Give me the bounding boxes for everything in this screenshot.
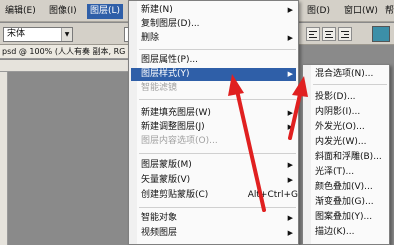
menu-item-delete[interactable]: 删除 ▶ (139, 32, 296, 45)
menu-item-new-fill-layer[interactable]: 新建填充图层(W) ▶ (139, 107, 296, 120)
menu-item-drop-shadow[interactable]: 投影(D)... (313, 91, 387, 104)
text-color-swatch[interactable] (372, 26, 390, 42)
menu-item-smart-object[interactable]: 智能对象 ▶ (139, 212, 296, 225)
menu-item-gradient-overlay[interactable]: 渐变叠加(G)... (313, 196, 387, 209)
menu-item-create-clipping-mask[interactable]: 创建剪贴蒙版(C) Alt+Ctrl+G (139, 189, 298, 202)
document-tab[interactable]: psd @ 100% (人人有奏 副本, RG (0, 45, 135, 59)
layer-style-submenu: 混合选项(N)... 投影(D)... 内阴影(I)... 外发光(O)... … (302, 64, 390, 245)
menu-item-label: 智能滤镜 (141, 83, 178, 93)
menu-item-new[interactable]: 新建(N) ▶ (139, 4, 296, 17)
font-family-select[interactable]: 宋体 ▼ (3, 27, 73, 42)
menu-item-stroke[interactable]: 描边(K)... (313, 226, 387, 239)
align-left-icon[interactable] (306, 27, 320, 41)
menu-item-layer-properties[interactable]: 图层属性(P)... (139, 54, 296, 67)
menu-separator (139, 99, 296, 100)
menu-item-blending-options[interactable]: 混合选项(N)... (313, 68, 387, 81)
canvas-area (8, 72, 135, 245)
menu-item-label: 新建填充图层(W) (141, 108, 211, 118)
menu-item-layer-style[interactable]: 图层样式(Y) ▶ (131, 68, 296, 81)
submenu-arrow-icon: ▶ (287, 34, 293, 42)
menu-view[interactable]: 图(D) (304, 4, 333, 19)
submenu-arrow-icon: ▶ (287, 214, 293, 222)
align-right-icon[interactable] (338, 27, 352, 41)
vertical-ruler (0, 72, 8, 245)
menu-item-shortcut: Alt+Ctrl+G (247, 190, 298, 200)
horizontal-ruler (0, 60, 135, 72)
menu-help[interactable]: 帮 (382, 4, 394, 19)
menu-item-label: 新建调整图层(J) (141, 122, 205, 132)
menu-separator (313, 84, 387, 85)
chevron-down-icon[interactable]: ▼ (61, 28, 72, 41)
menu-item-vector-mask[interactable]: 矢量蒙版(V) ▶ (139, 174, 296, 187)
menu-item-label: 视频图层 (141, 228, 178, 238)
menu-item-label: 新建(N) (141, 5, 173, 15)
menu-image[interactable]: 图像(I) (46, 4, 80, 19)
menu-item-label: 图层内容选项(O)... (141, 136, 218, 146)
menu-item-video-layer[interactable]: 视频图层 ▶ (139, 227, 296, 240)
menu-item-label: 图层蒙版(M) (141, 160, 192, 170)
menu-item-inner-shadow[interactable]: 内阴影(I)... (313, 106, 387, 119)
menu-separator (139, 153, 296, 154)
submenu-arrow-icon: ▶ (287, 176, 293, 184)
menu-item-label: 智能对象 (141, 213, 178, 223)
menu-item-new-adjustment-layer[interactable]: 新建调整图层(J) ▶ (139, 121, 296, 134)
layer-menu: 新建(N) ▶ 复制图层(D)... 删除 ▶ 图层属性(P)... 图层样式(Y)… (128, 0, 299, 245)
menu-item-duplicate-layer[interactable]: 复制图层(D)... (139, 18, 296, 31)
menu-layer[interactable]: 图层(L) (87, 4, 124, 19)
menu-item-layer-content-options: 图层内容选项(O)... (139, 135, 296, 148)
menu-item-bevel-emboss[interactable]: 斜面和浮雕(B)... (313, 151, 387, 164)
submenu-arrow-icon: ▶ (287, 123, 293, 131)
submenu-arrow-icon: ▶ (287, 229, 293, 237)
menu-edit[interactable]: 编辑(E) (2, 4, 39, 19)
menu-item-layer-mask[interactable]: 图层蒙版(M) ▶ (139, 159, 296, 172)
menu-item-color-overlay[interactable]: 颜色叠加(V)... (313, 181, 387, 194)
menu-item-label: 复制图层(D)... (141, 19, 200, 29)
font-family-value: 宋体 (7, 29, 26, 39)
submenu-arrow-icon: ▶ (287, 6, 293, 14)
menu-item-label: 图层样式(Y) (141, 69, 190, 79)
menu-item-label: 矢量蒙版(V) (141, 175, 191, 185)
menu-item-satin[interactable]: 光泽(T)... (313, 166, 387, 179)
menu-item-outer-glow[interactable]: 外发光(O)... (313, 121, 387, 134)
menu-item-inner-glow[interactable]: 内发光(W)... (313, 136, 387, 149)
menu-window[interactable]: 窗口(W) (341, 4, 381, 19)
submenu-arrow-icon: ▶ (287, 161, 293, 169)
menu-item-label: 创建剪贴蒙版(C) (141, 190, 209, 200)
submenu-arrow-icon: ▶ (287, 109, 293, 117)
submenu-arrow-icon: ▶ (287, 70, 293, 78)
menu-item-smart-filter: 智能滤镜 (139, 82, 296, 95)
align-center-icon[interactable] (322, 27, 336, 41)
menu-item-label: 图层属性(P)... (141, 55, 199, 65)
menu-separator (139, 49, 296, 50)
menu-item-pattern-overlay[interactable]: 图案叠加(Y)... (313, 211, 387, 224)
menu-separator (139, 207, 296, 208)
menu-item-label: 删除 (141, 33, 160, 43)
